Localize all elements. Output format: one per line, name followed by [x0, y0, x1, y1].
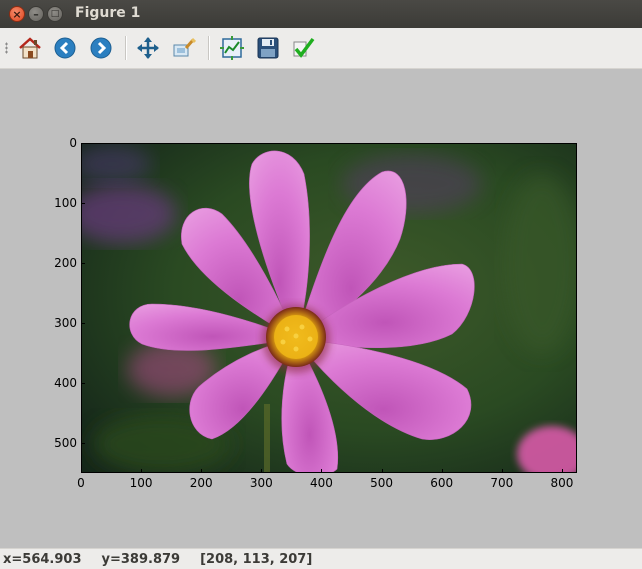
- zoom-button[interactable]: [170, 34, 198, 62]
- subplots-icon: [220, 36, 244, 60]
- x-coordinate-readout: x=564.903: [3, 551, 82, 567]
- x-tick-mark: [141, 469, 143, 473]
- edit-axes-button[interactable]: [289, 34, 317, 62]
- home-button[interactable]: [16, 34, 44, 62]
- y-tick-label: 0: [69, 136, 77, 150]
- save-icon: [257, 37, 279, 59]
- x-tick-mark: [81, 469, 82, 473]
- y-tick-mark: [81, 143, 85, 144]
- x-tick-label: 200: [189, 476, 213, 490]
- window-title: Figure 1: [75, 5, 141, 21]
- x-tick-label: 400: [310, 476, 333, 490]
- zoom-icon: [173, 37, 196, 57]
- save-button[interactable]: [254, 34, 282, 62]
- y-tick-mark: [81, 443, 85, 444]
- navigation-toolbar: [0, 28, 642, 69]
- toolbar-separator: [125, 36, 127, 60]
- x-tick-mark: [261, 469, 263, 473]
- x-tick-mark: [501, 469, 503, 473]
- forward-button[interactable]: [87, 34, 115, 62]
- y-tick-label: 400: [54, 376, 77, 390]
- maximize-icon: □: [50, 8, 60, 19]
- window-minimize-button[interactable]: –: [28, 6, 44, 22]
- status-bar: x=564.903 y=389.879 [208, 113, 207]: [0, 548, 642, 569]
- y-tick-mark: [81, 323, 85, 324]
- x-tick-label: 300: [249, 476, 273, 490]
- back-icon: [54, 37, 76, 59]
- toolbar-grip[interactable]: [5, 42, 8, 54]
- y-tick-label: 500: [54, 436, 77, 450]
- x-tick-label: 800: [550, 476, 574, 490]
- y-tick-label: 300: [54, 316, 77, 330]
- y-coordinate-readout: y=389.879: [101, 551, 181, 567]
- minimize-icon: –: [33, 7, 39, 21]
- pan-button[interactable]: [134, 34, 162, 62]
- x-tick-mark: [321, 469, 323, 473]
- x-tick-mark: [201, 469, 203, 473]
- y-tick-mark: [81, 383, 85, 384]
- x-tick-label: 500: [370, 476, 394, 490]
- window-maximize-button[interactable]: □: [47, 6, 63, 22]
- forward-icon: [90, 37, 112, 59]
- y-tick-label: 100: [54, 196, 77, 210]
- edit-axes-icon: [293, 37, 315, 58]
- x-tick-label: 100: [129, 476, 153, 490]
- window-close-button[interactable]: ×: [9, 6, 25, 22]
- x-tick-label: 700: [490, 476, 514, 490]
- subplots-button[interactable]: [218, 34, 246, 62]
- y-tick-mark: [81, 203, 85, 204]
- x-tick-mark: [381, 469, 383, 473]
- pixel-value-readout: [208, 113, 207]: [200, 551, 313, 567]
- close-icon: ×: [12, 7, 22, 21]
- x-tick-mark: [441, 469, 443, 473]
- plot-axes[interactable]: [81, 143, 577, 473]
- x-tick-label: 600: [430, 476, 454, 490]
- flower-image: [82, 144, 576, 472]
- back-button[interactable]: [51, 34, 79, 62]
- y-tick-mark: [81, 263, 85, 264]
- window-title-bar: × – □ Figure 1: [0, 0, 642, 28]
- x-tick-mark: [561, 469, 563, 473]
- x-tick-label: 0: [77, 476, 85, 490]
- home-icon: [19, 37, 41, 59]
- pan-icon: [137, 37, 159, 59]
- y-tick-label: 200: [54, 256, 77, 270]
- toolbar-separator: [208, 36, 210, 60]
